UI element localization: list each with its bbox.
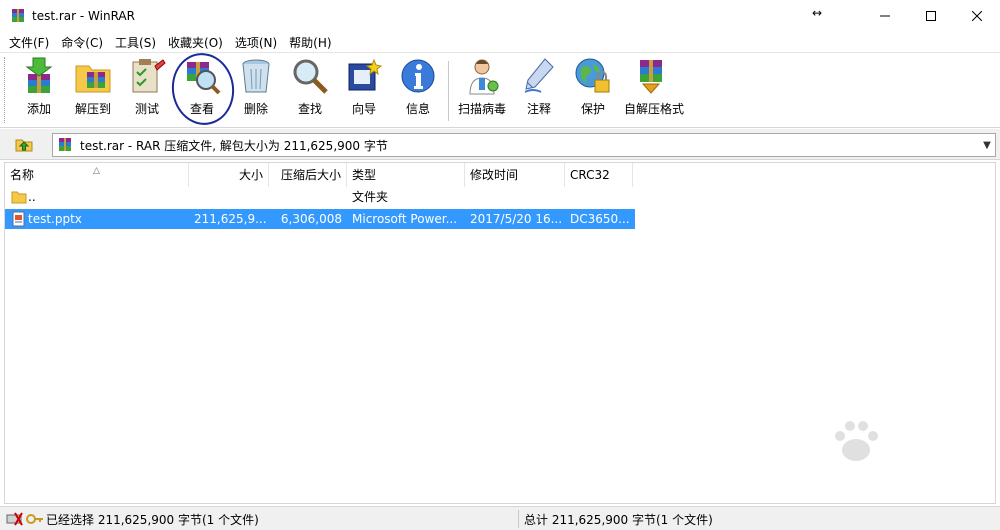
column-modified-label: 修改时间	[470, 168, 519, 182]
menu-help[interactable]: 帮助(H)	[283, 34, 337, 51]
virus-scan-button-label: 扫描病毒	[457, 102, 506, 116]
wizard-button[interactable]: 向导	[337, 56, 391, 126]
chevron-down-icon[interactable]: ▼	[979, 140, 995, 151]
row-size: 211,625,9...	[194, 212, 267, 226]
comment-button-label: 注释	[526, 102, 551, 116]
protect-button-label: 保护	[580, 102, 605, 116]
virus-scan-button[interactable]: 扫描病毒	[455, 56, 509, 126]
minimize-icon	[880, 15, 890, 17]
sfx-button[interactable]: 自解压格式	[624, 56, 685, 126]
address-bar: test.rar - RAR 压缩文件, 解包大小为 211,625,900 字…	[0, 129, 1000, 160]
column-header-crc[interactable]: CRC32	[565, 163, 633, 187]
view-icon	[187, 62, 221, 95]
add-button[interactable]: 添加	[12, 56, 66, 126]
protect-button[interactable]: 保护	[566, 56, 620, 126]
up-folder-icon	[15, 139, 33, 152]
address-text: test.rar - RAR 压缩文件, 解包大小为 211,625,900 字…	[80, 138, 388, 153]
column-type-label: 类型	[352, 168, 377, 182]
wizard-button-label: 向导	[351, 102, 376, 116]
status-selected: 已经选择 211,625,900 字节(1 个文件)	[46, 513, 259, 527]
maximize-button[interactable]	[908, 0, 954, 32]
row-crc: DC3650...	[570, 212, 630, 226]
row-packed: 6,306,008	[280, 212, 342, 226]
title-bar: test.rar - WinRAR ↔	[0, 0, 1000, 32]
view-button[interactable]: 查看	[175, 56, 229, 126]
table-row-test-pptx[interactable]: test.pptx 211,625,9... 6,306,008 Microso…	[5, 209, 635, 229]
column-crc-label: CRC32	[570, 168, 610, 182]
find-icon	[293, 59, 328, 94]
up-folder-button[interactable]	[6, 133, 42, 155]
row-name: ..	[28, 190, 36, 204]
extract-to-button-label: 解压到	[74, 102, 111, 116]
column-size-label: 大小	[238, 168, 263, 182]
key-icon[interactable]	[26, 511, 44, 527]
find-button-label: 查找	[297, 102, 322, 116]
column-header-packed[interactable]: 压缩后大小	[269, 163, 347, 187]
maximize-icon	[926, 11, 936, 21]
find-button[interactable]: 查找	[283, 56, 337, 126]
delete-icon	[242, 59, 270, 93]
file-list[interactable]: △ 名称 大小 压缩后大小 类型 修改时间 CRC32 .. 文件夹 test.…	[4, 162, 996, 504]
column-packed-label: 压缩后大小	[280, 168, 341, 182]
column-header-modified[interactable]: 修改时间	[465, 163, 565, 187]
protect-icon	[575, 58, 610, 93]
delete-button-label: 删除	[243, 102, 268, 116]
status-icons	[6, 511, 44, 527]
view-button-label: 查看	[189, 102, 214, 116]
table-row-parent-folder[interactable]: .. 文件夹	[5, 187, 635, 207]
menu-tools[interactable]: 工具(S)	[109, 34, 162, 51]
toolbar-separator	[448, 61, 449, 121]
sfx-icon	[640, 60, 662, 94]
status-total: 总计 211,625,900 字节(1 个文件)	[524, 513, 713, 527]
column-name-label: 名称	[10, 168, 35, 182]
status-bar: 已经选择 211,625,900 字节(1 个文件) 总计 211,625,90…	[0, 506, 1000, 530]
close-button[interactable]	[954, 0, 1000, 32]
sfx-button-label: 自解压格式	[624, 102, 685, 116]
minimize-button[interactable]	[862, 0, 908, 32]
menu-commands[interactable]: 命令(C)	[55, 34, 109, 51]
address-field[interactable]: test.rar - RAR 压缩文件, 解包大小为 211,625,900 字…	[52, 133, 996, 157]
file-list-header: △ 名称 大小 压缩后大小 类型 修改时间 CRC32	[5, 163, 635, 187]
status-separator	[518, 510, 519, 528]
column-header-name[interactable]: △ 名称	[5, 163, 189, 187]
row-type: Microsoft Power...	[352, 212, 458, 226]
row-type: 文件夹	[352, 190, 389, 204]
test-button[interactable]: 测试	[120, 56, 174, 126]
extract-to-button[interactable]: 解压到	[66, 56, 120, 126]
menu-bar: 文件(F) 命令(C) 工具(S) 收藏夹(O) 选项(N) 帮助(H)	[0, 32, 1000, 52]
add-archive-icon	[25, 57, 53, 93]
menu-favorites[interactable]: 收藏夹(O)	[162, 34, 229, 51]
comment-button[interactable]: 注释	[512, 56, 566, 126]
virus-scan-icon	[469, 59, 499, 95]
toolbar-grip[interactable]	[4, 57, 7, 123]
delete-button[interactable]: 删除	[229, 56, 283, 126]
row-name: test.pptx	[28, 212, 82, 226]
comment-icon	[524, 58, 554, 93]
extract-to-icon	[75, 65, 111, 93]
winrar-app-icon	[12, 9, 24, 22]
resize-arrow-icon[interactable]: ↔	[812, 6, 822, 20]
info-icon	[401, 59, 435, 93]
info-button-label: 信息	[405, 102, 430, 116]
add-button-label: 添加	[26, 102, 51, 116]
window-title: test.rar - WinRAR	[32, 9, 135, 23]
test-button-label: 测试	[134, 102, 159, 116]
close-icon	[972, 11, 982, 21]
toolbar: 添加 解压到 测试 查看 删除 查找 向导 信息 扫描病毒 注释 保护 自解压格…	[0, 52, 1000, 128]
info-button[interactable]: 信息	[391, 56, 445, 126]
drive-icon[interactable]	[6, 511, 24, 527]
column-header-size[interactable]: 大小	[189, 163, 269, 187]
test-icon	[132, 59, 166, 93]
row-modified: 2017/5/20 16...	[470, 212, 563, 226]
wizard-icon	[348, 58, 383, 91]
sort-ascending-icon: △	[93, 166, 100, 176]
archive-icon	[59, 138, 71, 151]
menu-options[interactable]: 选项(N)	[229, 34, 283, 51]
column-header-type[interactable]: 类型	[347, 163, 465, 187]
menu-file[interactable]: 文件(F)	[0, 34, 55, 51]
